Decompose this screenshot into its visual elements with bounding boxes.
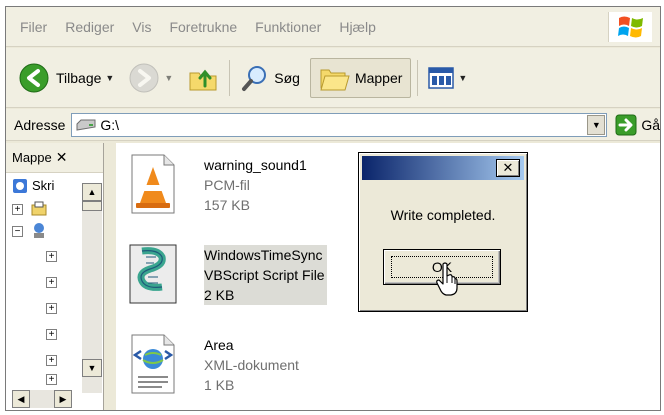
file-name: warning_sound1 bbox=[204, 157, 307, 173]
file-item-area[interactable]: Area XML-dokument 1 KB bbox=[116, 329, 456, 409]
scroll-thumb[interactable] bbox=[82, 201, 102, 211]
file-type: XML-dokument bbox=[204, 357, 299, 373]
menu-help[interactable]: Hjælp bbox=[339, 19, 376, 35]
scroll-left-icon[interactable]: ◀ bbox=[12, 390, 30, 408]
expand-icon[interactable]: + bbox=[46, 374, 57, 385]
collapse-icon[interactable]: − bbox=[12, 226, 23, 237]
folder-pane-title: Mappe bbox=[12, 150, 52, 165]
expand-icon[interactable]: + bbox=[46, 329, 57, 340]
windows-logo-icon bbox=[608, 12, 652, 42]
search-label: Søg bbox=[274, 69, 300, 86]
go-arrow-icon bbox=[615, 114, 637, 135]
file-type: PCM-fil bbox=[204, 177, 250, 193]
address-value: G:\ bbox=[100, 116, 120, 133]
forward-button[interactable]: ▼ bbox=[124, 58, 177, 98]
expand-icon[interactable]: + bbox=[46, 277, 57, 288]
scroll-right-icon[interactable]: ▶ bbox=[54, 390, 72, 408]
expand-icon[interactable]: + bbox=[46, 355, 57, 366]
tree-item[interactable]: − bbox=[6, 222, 82, 240]
folder-pane-horizontal-scrollbar[interactable]: ◀ ▶ bbox=[12, 390, 82, 408]
file-size: 1 KB bbox=[204, 377, 235, 393]
toolbar: Tilbage ▼ ▼ Søg Mapper ▼ bbox=[6, 48, 660, 108]
folder-pane-header: Mappe ✕ bbox=[6, 143, 103, 173]
go-label: Gå bbox=[641, 116, 660, 133]
toolbar-separator bbox=[229, 59, 231, 96]
go-button[interactable]: Gå bbox=[615, 114, 660, 136]
address-label: Adresse bbox=[14, 116, 66, 133]
menu-file[interactable]: Filer bbox=[20, 19, 47, 35]
toolbar-separator bbox=[417, 59, 419, 96]
folder-pane: Mappe ✕ Skri + − + + + + + + ▲ ▼ ◀ ▶ bbox=[6, 143, 104, 410]
file-type: VBScript Script File bbox=[204, 267, 325, 283]
menu-favorites[interactable]: Foretrukne bbox=[169, 19, 237, 35]
folders-label: Mapper bbox=[354, 69, 403, 86]
vlc-cone-icon bbox=[131, 154, 175, 214]
address-dropdown-button[interactable]: ▼ bbox=[587, 114, 606, 135]
chevron-down-icon[interactable]: ▼ bbox=[164, 73, 173, 83]
xml-document-icon bbox=[131, 334, 175, 394]
chevron-down-icon[interactable]: ▼ bbox=[458, 73, 467, 83]
view-button[interactable]: ▼ bbox=[424, 58, 471, 98]
file-name: WindowsTimeSync bbox=[204, 247, 323, 263]
file-details: Area XML-dokument 1 KB bbox=[204, 335, 299, 395]
expand-icon[interactable]: + bbox=[46, 303, 57, 314]
address-bar: Adresse G:\ ▼ Gå bbox=[6, 109, 660, 141]
file-name: Area bbox=[204, 337, 234, 353]
file-details: WindowsTimeSync VBScript Script File 2 K… bbox=[204, 245, 327, 305]
address-input[interactable]: G:\ ▼ bbox=[71, 112, 608, 137]
tree-item[interactable]: + bbox=[6, 200, 82, 218]
file-size: 157 KB bbox=[204, 197, 250, 213]
menu-bar: Filer Rediger Vis Foretrukne Funktioner … bbox=[6, 7, 660, 47]
menu-view[interactable]: Vis bbox=[132, 19, 151, 35]
scroll-up-icon[interactable]: ▲ bbox=[82, 183, 102, 201]
view-grid-icon bbox=[428, 66, 455, 89]
tree-item-top[interactable]: Skri bbox=[6, 178, 82, 196]
hand-cursor-icon bbox=[436, 262, 458, 296]
network-icon bbox=[34, 223, 44, 238]
folders-button[interactable]: Mapper bbox=[309, 57, 412, 98]
close-icon[interactable]: ✕ bbox=[56, 149, 68, 166]
tree-item-label: Skri bbox=[32, 178, 55, 193]
tree-item[interactable]: + bbox=[6, 326, 82, 344]
scroll-track[interactable] bbox=[30, 390, 54, 408]
tree-item[interactable]: + bbox=[6, 248, 82, 266]
tree-item[interactable]: + bbox=[6, 352, 82, 370]
desktop-icon bbox=[13, 179, 27, 193]
scroll-down-icon[interactable]: ▼ bbox=[82, 359, 102, 377]
chevron-down-icon[interactable]: ▼ bbox=[105, 73, 114, 83]
vbscript-icon bbox=[129, 244, 177, 304]
back-arrow-icon bbox=[19, 63, 49, 92]
drive-icon bbox=[76, 119, 96, 131]
forward-arrow-icon bbox=[129, 63, 159, 92]
expand-icon[interactable]: + bbox=[46, 251, 57, 262]
search-icon bbox=[242, 65, 267, 91]
menu-tools[interactable]: Funktioner bbox=[255, 19, 321, 35]
expand-icon[interactable]: + bbox=[12, 204, 23, 215]
back-label: Tilbage bbox=[56, 69, 102, 86]
menu-edit[interactable]: Rediger bbox=[65, 19, 114, 35]
explorer-window: Filer Rediger Vis Foretrukne Funktioner … bbox=[5, 6, 661, 411]
dialog-close-button[interactable]: ✕ bbox=[496, 159, 520, 177]
printer-folder-icon bbox=[31, 201, 47, 216]
dialog-title-bar[interactable]: ✕ bbox=[362, 156, 524, 180]
tree-item[interactable]: + bbox=[6, 300, 82, 318]
folder-pane-vertical-scrollbar[interactable]: ▲ ▼ bbox=[82, 183, 102, 393]
dialog-message: Write completed. bbox=[390, 207, 496, 223]
up-folder-button[interactable] bbox=[183, 58, 223, 98]
search-button[interactable]: Søg bbox=[236, 58, 304, 98]
file-size: 2 KB bbox=[204, 287, 235, 303]
tree-item[interactable]: + bbox=[6, 274, 82, 292]
folder-up-icon bbox=[189, 69, 217, 90]
folder-tree: Skri + − + + + + + + bbox=[6, 174, 82, 390]
back-button[interactable]: Tilbage ▼ bbox=[14, 58, 118, 98]
folders-icon bbox=[320, 69, 350, 90]
close-icon: ✕ bbox=[502, 160, 514, 175]
file-details: warning_sound1 PCM-fil 157 KB bbox=[204, 155, 307, 215]
